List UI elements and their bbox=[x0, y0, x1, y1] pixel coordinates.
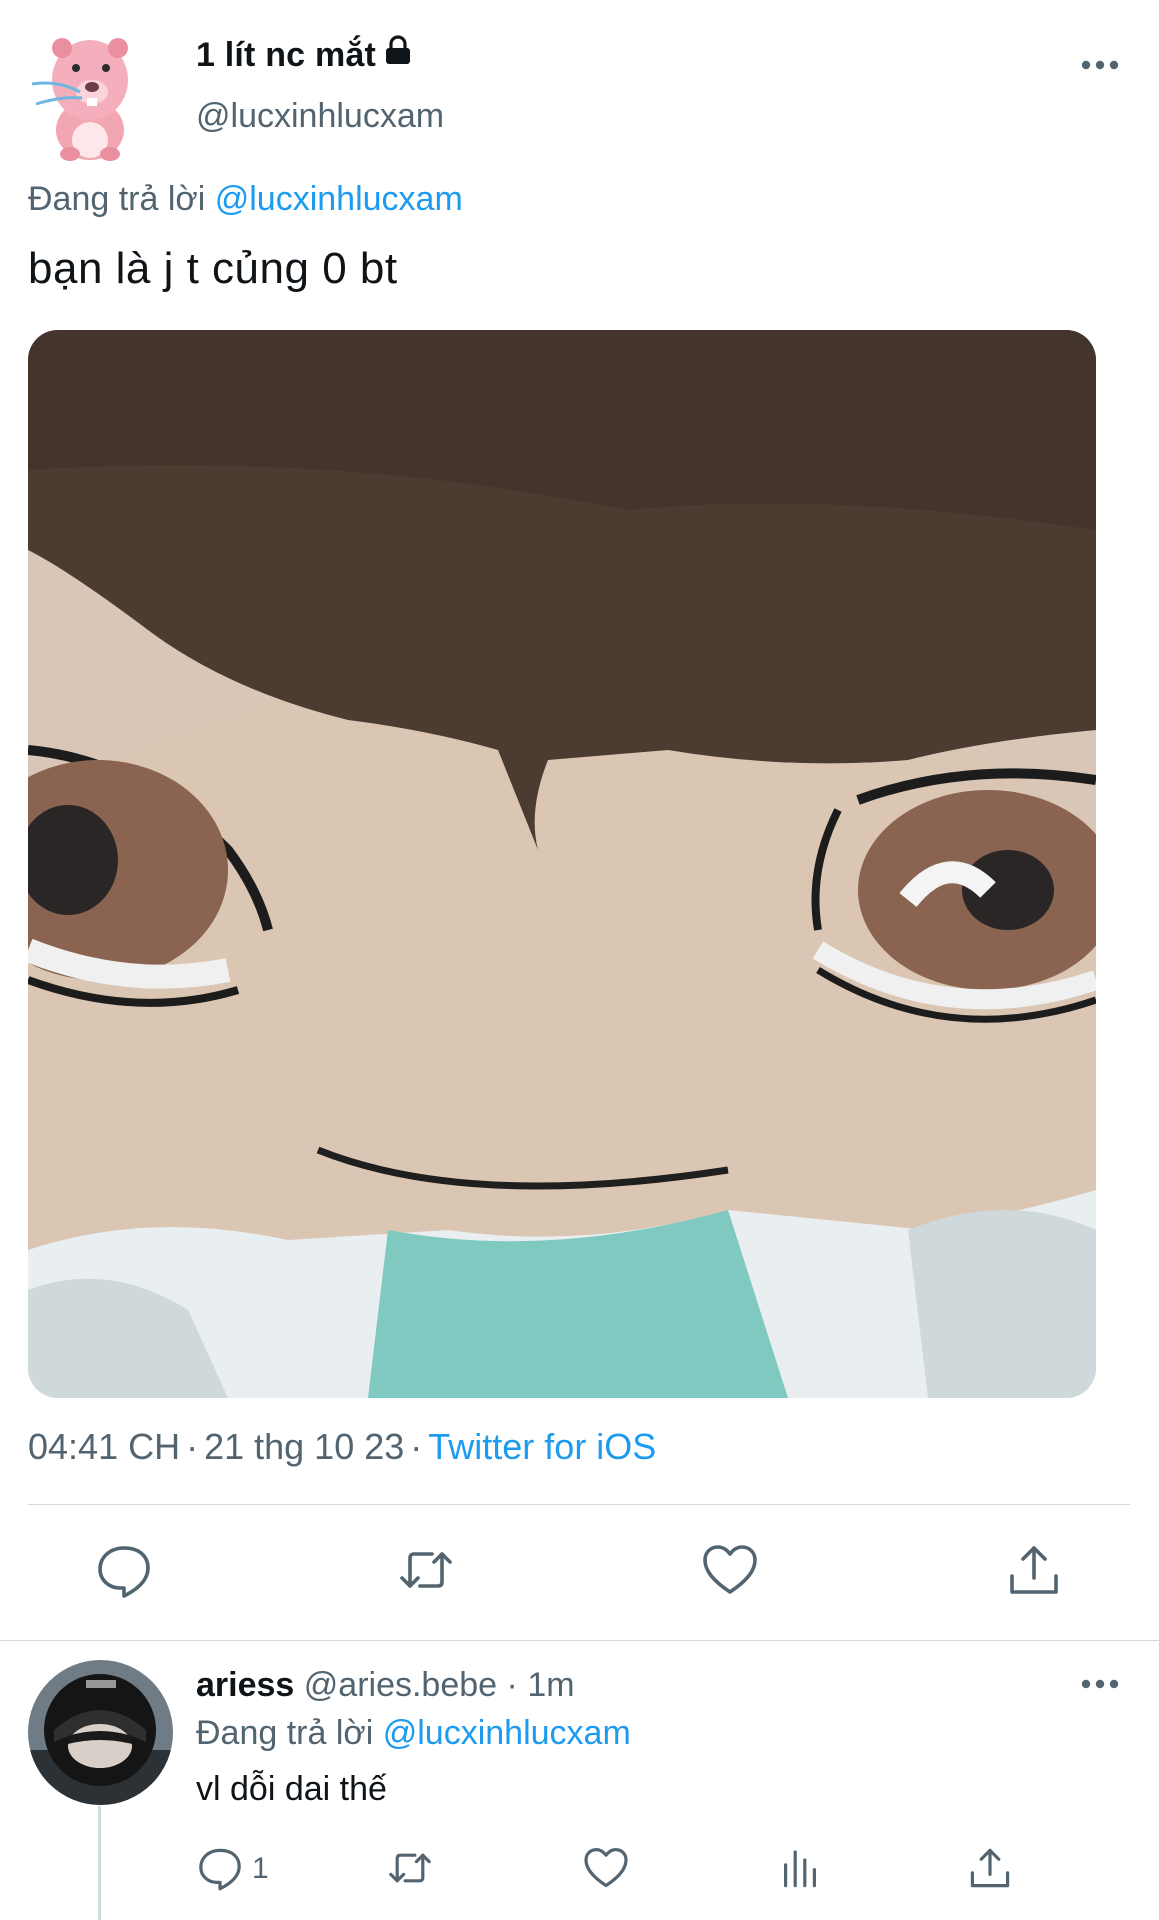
tweet-source[interactable]: Twitter for iOS bbox=[428, 1426, 656, 1467]
retweet-icon[interactable] bbox=[386, 1844, 434, 1892]
replying-to-link[interactable]: @lucxinhlucxam bbox=[215, 180, 463, 218]
divider bbox=[0, 1640, 1159, 1641]
replying-to-label: Đang trả lời bbox=[196, 1714, 374, 1752]
tweet-photo[interactable] bbox=[28, 330, 1096, 1398]
retweet-icon[interactable] bbox=[396, 1540, 456, 1600]
share-icon[interactable] bbox=[966, 1844, 1014, 1892]
reply-count: 1 bbox=[252, 1852, 269, 1885]
thread-line bbox=[98, 1806, 101, 1920]
handle[interactable]: @lucxinhlucxam bbox=[196, 97, 444, 136]
views-icon[interactable] bbox=[776, 1844, 824, 1892]
avatar[interactable] bbox=[28, 1660, 173, 1805]
avatar[interactable] bbox=[28, 22, 148, 167]
heart-icon[interactable] bbox=[582, 1844, 630, 1892]
reply-handle[interactable]: @aries.bebe bbox=[304, 1666, 497, 1704]
reply-text: vl dỗi dai thế bbox=[196, 1770, 387, 1808]
tweet-text: bạn là j t củng 0 bt bbox=[28, 244, 398, 293]
reply-display-name[interactable]: ariess bbox=[196, 1666, 294, 1704]
reply-icon[interactable] bbox=[94, 1540, 154, 1600]
reply-header: ariess @aries.bebe · 1m bbox=[196, 1666, 575, 1704]
heart-icon[interactable] bbox=[700, 1540, 760, 1600]
lock-icon bbox=[384, 34, 412, 74]
display-name[interactable]: 1 lít nc mắt bbox=[196, 34, 412, 75]
share-icon[interactable] bbox=[1004, 1540, 1064, 1600]
replying-to: Đang trả lời @lucxinhlucxam bbox=[28, 180, 463, 219]
tweet-date: 21 thg 10 23 bbox=[204, 1426, 405, 1467]
divider bbox=[28, 1504, 1130, 1505]
display-name-text: 1 lít nc mắt bbox=[196, 36, 377, 74]
more-icon[interactable] bbox=[1080, 58, 1120, 72]
replying-to-label: Đang trả lời bbox=[28, 180, 206, 218]
reply-time: 1m bbox=[527, 1666, 575, 1704]
reply-icon[interactable] bbox=[196, 1844, 244, 1892]
replying-to: Đang trả lời @lucxinhlucxam bbox=[196, 1714, 631, 1753]
tweet-time: 04:41 CH bbox=[28, 1426, 181, 1467]
replying-to-link[interactable]: @lucxinhlucxam bbox=[383, 1714, 631, 1752]
tweet-meta: 04:41 CH · 21 thg 10 23 · Twitter for iOS bbox=[28, 1426, 657, 1467]
more-icon[interactable] bbox=[1080, 1677, 1120, 1691]
